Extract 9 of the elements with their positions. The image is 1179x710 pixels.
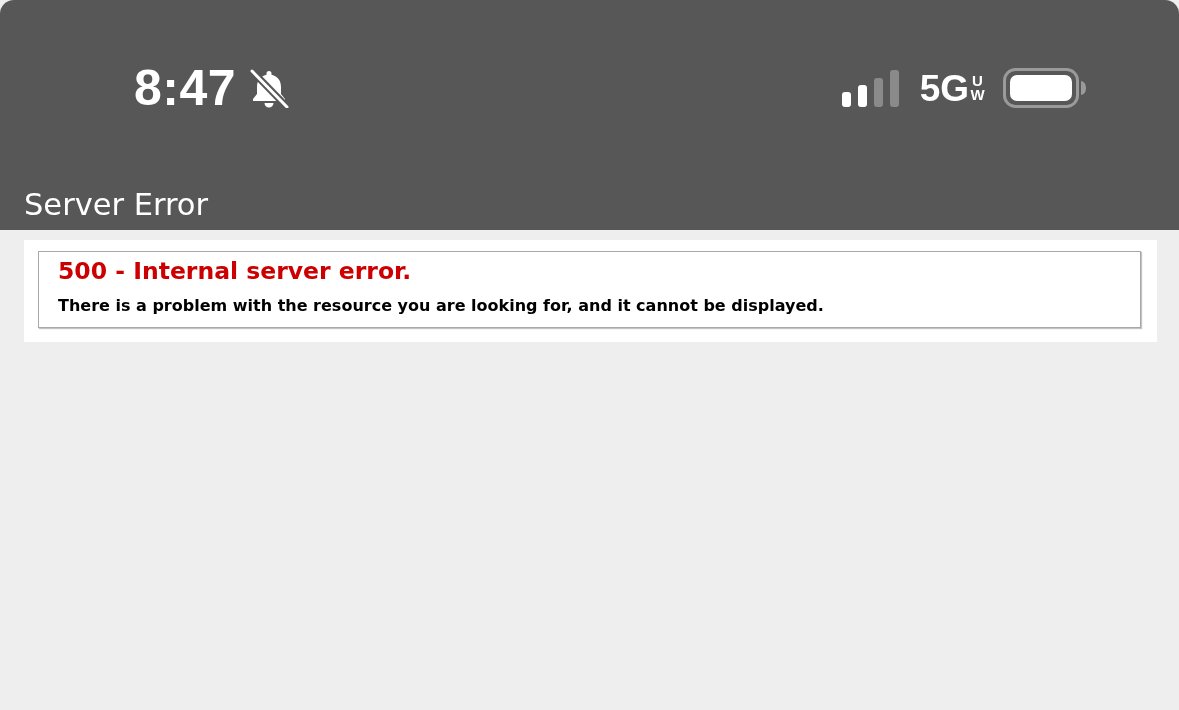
error-message: There is a problem with the resource you are looking for, and it cannot be displayed. [58, 296, 825, 316]
error-heading: 500 - Internal server error. [58, 257, 413, 285]
network-type: 5G [919, 69, 969, 107]
network-suffix-label: UW [970, 74, 985, 102]
battery-icon [1003, 68, 1087, 108]
status-time: 8:47 [134, 63, 237, 113]
bell-slash-icon [249, 68, 290, 108]
page-title: Server Error [24, 188, 209, 222]
signal-bars-icon [841, 70, 900, 107]
